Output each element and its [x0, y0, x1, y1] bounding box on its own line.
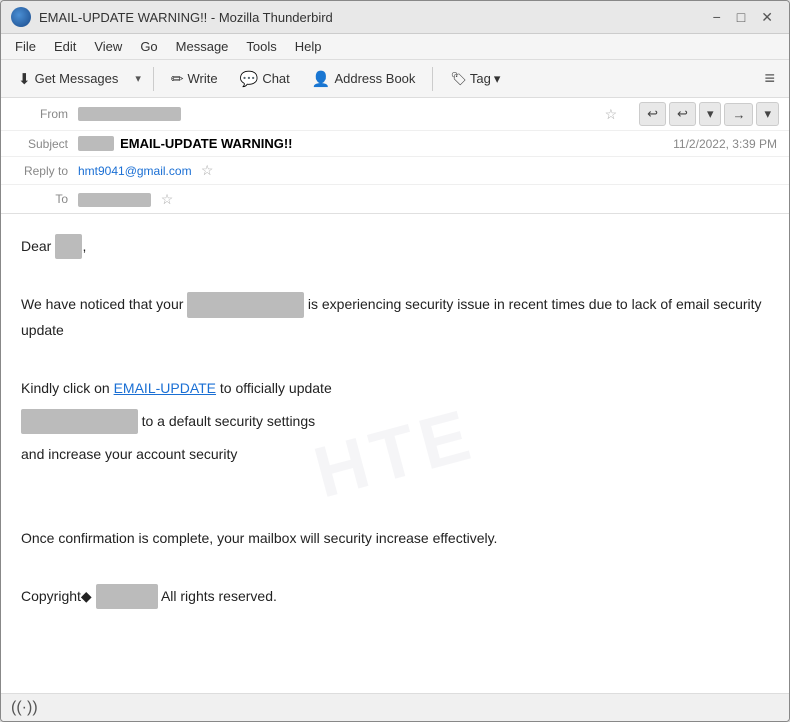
from-value: [78, 107, 599, 121]
para2-mid: to officially update: [220, 380, 332, 396]
get-messages-label: Get Messages: [35, 71, 119, 86]
menu-go[interactable]: Go: [132, 36, 165, 57]
connection-status-icon: ((·)): [11, 699, 38, 717]
write-button[interactable]: ✏ Write: [162, 65, 227, 93]
title-bar: EMAIL-UPDATE WARNING!! - Mozilla Thunder…: [1, 1, 789, 34]
email-update-link[interactable]: EMAIL-UPDATE: [114, 380, 216, 396]
copyright-para: Copyright◆ All rights reserved.: [21, 584, 769, 609]
para2-prefix: Kindly click on: [21, 380, 110, 396]
from-label: From: [13, 107, 78, 121]
subject-row: Subject EMAIL-UPDATE WARNING!! 11/2/2022…: [1, 131, 789, 157]
minimize-button[interactable]: −: [707, 8, 727, 26]
to-value: ☆: [78, 191, 777, 208]
para2-line2: to a default security settings: [21, 409, 769, 434]
nav-down-button[interactable]: ▾: [699, 102, 722, 126]
email-header: From ☆ ↩ ↩ ▾ → ▾ Subject: [1, 98, 789, 214]
window-controls: − □ ✕: [707, 8, 779, 26]
status-bar: ((·)): [1, 693, 789, 721]
main-window: EMAIL-UPDATE WARNING!! - Mozilla Thunder…: [0, 0, 790, 722]
toolbar-divider-1: [153, 67, 154, 91]
copyright-suffix: All rights reserved.: [161, 588, 277, 604]
window-title: EMAIL-UPDATE WARNING!! - Mozilla Thunder…: [39, 10, 333, 25]
email-content: Dear , We have noticed that your is expe…: [21, 234, 769, 609]
replyto-label: Reply to: [13, 164, 78, 178]
para1-prefix: We have noticed that your: [21, 296, 183, 312]
title-bar-left: EMAIL-UPDATE WARNING!! - Mozilla Thunder…: [11, 7, 333, 27]
menu-edit[interactable]: Edit: [46, 36, 84, 57]
get-messages-button[interactable]: ⬇ Get Messages: [9, 65, 127, 93]
tag-dropdown-icon: ▾: [494, 71, 501, 87]
email-body: HTE Dear , We have noticed that your is …: [1, 214, 789, 693]
tag-button[interactable]: 🏷 Tag ▾: [441, 66, 509, 92]
to-blurred: [78, 193, 151, 207]
para2-suffix-b: and increase your account security: [21, 446, 237, 462]
replyto-value: hmt9041@gmail.com ☆: [78, 162, 777, 179]
nav-buttons: ↩ ↩ ▾ → ▾: [629, 98, 789, 130]
address-book-button[interactable]: 👤 Address Book: [303, 65, 425, 93]
greeting-para: Dear ,: [21, 234, 769, 259]
menu-view[interactable]: View: [86, 36, 130, 57]
from-star-icon[interactable]: ☆: [605, 106, 618, 123]
para2-line3: and increase your account security: [21, 442, 769, 467]
subject-left: Subject EMAIL-UPDATE WARNING!!: [13, 136, 292, 151]
greeting-comma: ,: [82, 238, 86, 254]
menu-message[interactable]: Message: [168, 36, 237, 57]
maximize-button[interactable]: □: [731, 8, 751, 26]
menu-bar: File Edit View Go Message Tools Help: [1, 34, 789, 60]
para2-blurred: [21, 409, 138, 434]
subject-prefix-blurred: [78, 136, 114, 151]
subject-value: EMAIL-UPDATE WARNING!!: [120, 136, 292, 151]
to-row: To ☆: [1, 185, 789, 213]
address-book-icon: 👤: [312, 70, 331, 88]
hamburger-menu-button[interactable]: ≡: [758, 64, 781, 93]
reply-back-button[interactable]: ↩: [639, 102, 666, 126]
menu-tools[interactable]: Tools: [238, 36, 284, 57]
toolbar-divider-2: [432, 67, 433, 91]
nav-more-button[interactable]: ▾: [756, 102, 779, 126]
get-messages-icon: ⬇: [18, 70, 31, 88]
email-datetime: 11/2/2022, 3:39 PM: [673, 137, 777, 151]
replyto-star-icon[interactable]: ☆: [201, 162, 214, 178]
para2-suffix-a: to a default security settings: [142, 413, 316, 429]
reply-all-button[interactable]: ↩: [669, 102, 696, 126]
menu-help[interactable]: Help: [287, 36, 330, 57]
get-messages-dropdown[interactable]: ▾: [131, 68, 145, 89]
toolbar: ⬇ Get Messages ▾ ✏ Write 💬 Chat 👤 Addres…: [1, 60, 789, 98]
chat-label: Chat: [262, 71, 289, 86]
greeting-text: Dear: [21, 238, 51, 254]
app-logo-icon: [11, 7, 31, 27]
from-row: From ☆: [1, 100, 629, 128]
replyto-row: Reply to hmt9041@gmail.com ☆: [1, 157, 789, 185]
chat-button[interactable]: 💬 Chat: [231, 65, 299, 93]
forward-button[interactable]: →: [724, 103, 753, 126]
chat-icon: 💬: [240, 70, 259, 88]
replyto-link[interactable]: hmt9041@gmail.com: [78, 164, 192, 178]
para2-line1: Kindly click on EMAIL-UPDATE to official…: [21, 376, 769, 401]
write-label: Write: [188, 71, 218, 86]
to-label: To: [13, 192, 78, 206]
greeting-name: [55, 234, 82, 259]
copyright-blurred: [96, 584, 158, 609]
to-star-icon[interactable]: ☆: [161, 191, 174, 207]
copyright-prefix: Copyright◆: [21, 588, 92, 604]
tag-icon: 🏷: [450, 71, 467, 87]
address-book-label: Address Book: [334, 71, 415, 86]
para1-blurred: [187, 292, 304, 317]
from-blurred: [78, 107, 181, 121]
menu-file[interactable]: File: [7, 36, 44, 57]
write-icon: ✏: [171, 70, 184, 88]
para1: We have noticed that your is experiencin…: [21, 292, 769, 342]
para3: Once confirmation is complete, your mail…: [21, 526, 769, 551]
close-button[interactable]: ✕: [755, 8, 779, 26]
tag-label: Tag: [470, 71, 491, 86]
subject-label: Subject: [13, 137, 78, 151]
